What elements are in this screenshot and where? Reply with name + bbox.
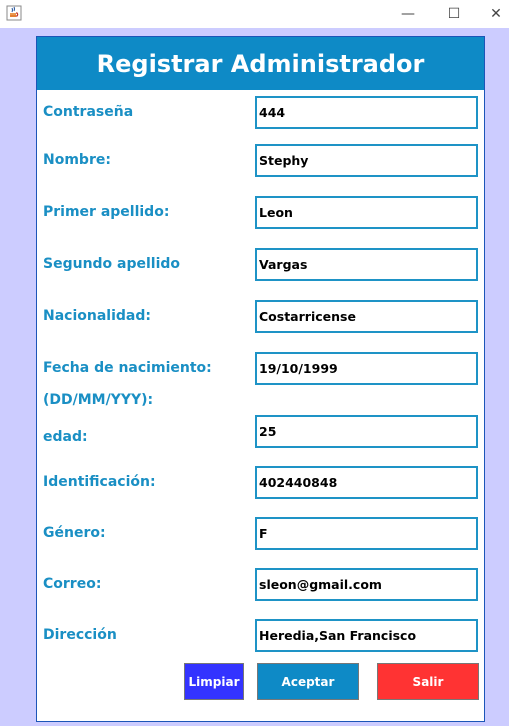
identification-field[interactable] — [255, 466, 478, 499]
first-lastname-label: Primer apellido: — [43, 204, 170, 220]
name-label: Nombre: — [43, 152, 111, 168]
gender-label: Género: — [43, 525, 106, 541]
birthdate-field[interactable] — [255, 352, 478, 385]
close-button[interactable]: ✕ — [473, 0, 509, 28]
age-field[interactable] — [255, 415, 478, 448]
java-icon — [6, 5, 22, 21]
password-field[interactable] — [255, 96, 478, 129]
maximize-button[interactable]: ☐ — [431, 0, 477, 28]
exit-button[interactable]: Salir — [377, 663, 479, 700]
age-label: edad: — [43, 429, 88, 445]
identification-label: Identificación: — [43, 474, 156, 490]
address-label: Dirección — [43, 627, 117, 643]
second-lastname-label: Segundo apellido — [43, 256, 181, 272]
address-field[interactable] — [255, 619, 478, 652]
first-lastname-field[interactable] — [255, 196, 478, 229]
password-label: Contraseña — [43, 104, 134, 120]
form-title: Registrar Administrador — [37, 37, 484, 90]
gender-field[interactable] — [255, 517, 478, 550]
window-titlebar[interactable]: — ☐ ✕ — [0, 0, 509, 28]
nationality-label: Nacionalidad: — [43, 308, 151, 324]
register-admin-panel: Registrar Administrador Contraseña Nombr… — [36, 36, 485, 722]
birthdate-label: Fecha de nacimiento: — [43, 360, 212, 376]
email-field[interactable] — [255, 568, 478, 601]
second-lastname-field[interactable] — [255, 248, 478, 281]
email-label: Correo: — [43, 576, 102, 592]
birthdate-format-label: (DD/MM/YYY): — [43, 392, 154, 408]
accept-button[interactable]: Aceptar — [257, 663, 359, 700]
name-field[interactable] — [255, 144, 478, 177]
nationality-field[interactable] — [255, 300, 478, 333]
minimize-button[interactable]: — — [385, 0, 431, 28]
clear-button[interactable]: Limpiar — [184, 663, 244, 700]
